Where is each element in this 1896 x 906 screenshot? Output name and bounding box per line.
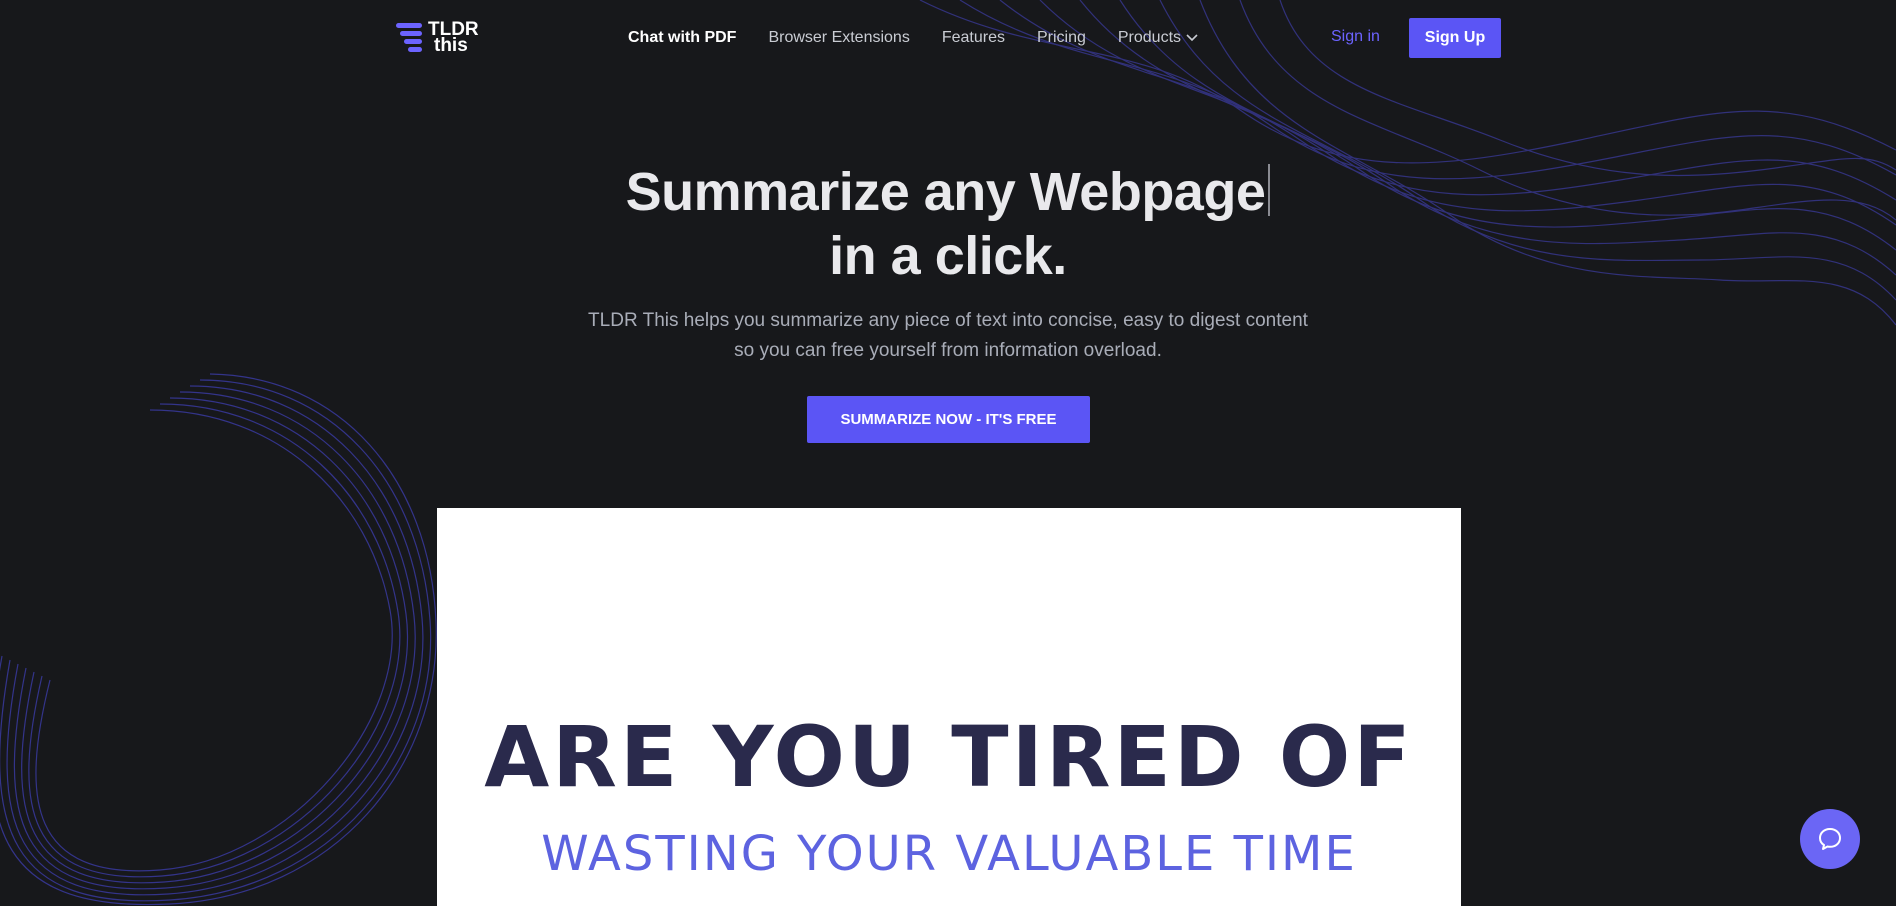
background-waves-left	[0, 373, 437, 906]
hero-title-text-1: Summarize any Webpage	[625, 162, 1266, 222]
site-header: TLDR this Chat with PDF Browser Extensio…	[0, 0, 1896, 76]
main-nav: Chat with PDF Browser Extensions Feature…	[628, 24, 1199, 52]
sign-in-link[interactable]: Sign in	[1331, 28, 1380, 46]
chat-widget-button[interactable]	[1800, 809, 1860, 869]
logo-stripes-icon	[396, 23, 422, 52]
promo-subheadline: WASTING YOUR VALUABLE TIME	[541, 826, 1357, 882]
hero-subtitle-line-2: so you can free yourself from informatio…	[734, 340, 1162, 361]
nav-item-features[interactable]: Features	[942, 29, 1005, 47]
logo-word-this: this	[434, 35, 468, 56]
nav-item-products-label: Products	[1117, 29, 1182, 46]
nav-item-browser-extensions[interactable]: Browser Extensions	[768, 29, 909, 47]
hero-title: Summarize any Webpage in a click.	[0, 160, 1896, 288]
sign-up-button[interactable]: Sign Up	[1409, 18, 1501, 58]
chevron-down-icon	[1186, 34, 1198, 42]
hero-title-line-1: Summarize any Webpage	[0, 160, 1896, 224]
logo-wordmark: TLDR this	[428, 20, 479, 56]
hero-subtitle-line-1: TLDR This helps you summarize any piece …	[588, 310, 1308, 331]
hero-subtitle: TLDR This helps you summarize any piece …	[0, 306, 1896, 366]
typing-caret	[1268, 164, 1271, 216]
hero-title-line-2: in a click.	[829, 226, 1067, 286]
promo-video-panel[interactable]: ARE YOU TIRED OF WASTING YOUR VALUABLE T…	[437, 508, 1461, 906]
nav-item-products[interactable]: Products	[1118, 29, 1199, 47]
summarize-now-button[interactable]: SUMMARIZE NOW - IT'S FREE	[807, 396, 1090, 443]
promo-headline: ARE YOU TIRED OF	[484, 708, 1414, 806]
chat-bubble-icon	[1819, 828, 1841, 850]
nav-item-chat-with-pdf[interactable]: Chat with PDF	[628, 29, 736, 47]
tldr-this-logo[interactable]: TLDR this	[396, 20, 486, 56]
nav-item-pricing[interactable]: Pricing	[1037, 29, 1086, 47]
